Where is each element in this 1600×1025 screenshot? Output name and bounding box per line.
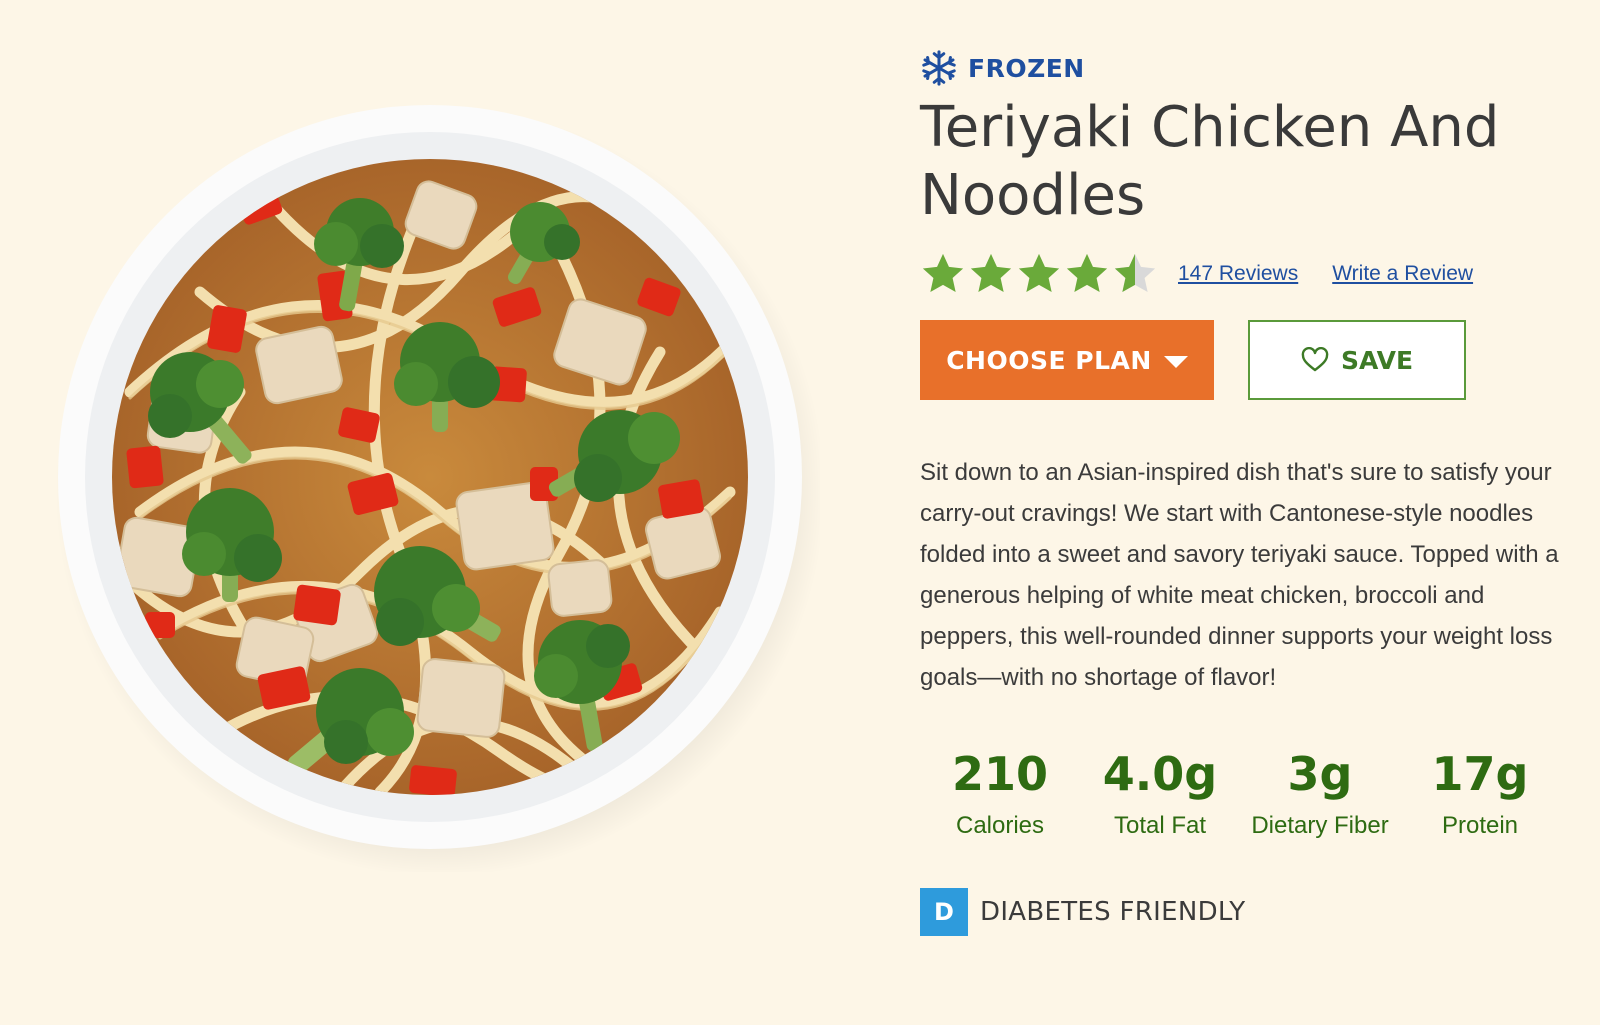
nutrition-value: 4.0g (1102, 747, 1218, 801)
frozen-tag: FROZEN (920, 48, 1580, 88)
nutrition-label: Protein (1441, 812, 1519, 839)
nutrition-calories: 210 Calories (920, 746, 1080, 840)
nutrition-label: Dietary Fiber (1251, 812, 1389, 839)
product-info: FROZEN Teriyaki Chicken And Noodles 147 … (920, 48, 1580, 936)
diabetes-badge-icon: D (920, 888, 968, 936)
save-label: SAVE (1340, 345, 1414, 375)
teriyaki-chicken-noodles-bowl (55, 105, 820, 872)
caret-down-icon (1163, 356, 1188, 368)
product-page: FROZEN Teriyaki Chicken And Noodles 147 … (0, 0, 1600, 1025)
nutrition-label: Calories (955, 812, 1045, 839)
product-title: Teriyaki Chicken And Noodles (920, 95, 1500, 228)
half-star-icon (1114, 253, 1156, 293)
rating-row: 147 Reviews Write a Review (920, 248, 1580, 300)
heart-icon (1301, 347, 1329, 372)
nutrition-facts: 210 Calories 4.0g Total Fat 3g Dietary F… (920, 746, 1560, 840)
frozen-label: FROZEN (968, 53, 1085, 83)
nutrition-label: Total Fat (1113, 812, 1207, 839)
star-icon (1066, 253, 1108, 293)
nutrition-value: 210 (951, 747, 1049, 801)
star-icon (1018, 253, 1060, 293)
star-icon (922, 253, 964, 293)
snowflake-icon (922, 50, 956, 86)
nutrition-protein: 17g Protein (1400, 746, 1560, 840)
nutrition-total-fat: 4.0g Total Fat (1080, 746, 1240, 840)
nutrition-value: 17g (1431, 747, 1529, 801)
choose-plan-label: CHOOSE PLAN (946, 345, 1152, 375)
product-image (40, 92, 820, 872)
action-buttons: CHOOSE PLAN SAVE (920, 320, 1580, 400)
reviews-link[interactable]: 147 Reviews (1178, 262, 1298, 286)
diabetes-badge-label: DIABETES FRIENDLY (980, 897, 1246, 927)
choose-plan-button[interactable]: CHOOSE PLAN (920, 320, 1214, 400)
product-description: Sit down to an Asian-inspired dish that'… (920, 459, 1559, 691)
nutrition-value: 3g (1287, 747, 1353, 801)
nutrition-dietary-fiber: 3g Dietary Fiber (1240, 746, 1400, 840)
write-review-link[interactable]: Write a Review (1332, 262, 1473, 286)
star-rating (920, 251, 1158, 297)
star-icon (970, 253, 1012, 293)
diabetes-friendly-badge: D DIABETES FRIENDLY (920, 888, 1580, 936)
save-button[interactable]: SAVE (1248, 320, 1466, 400)
